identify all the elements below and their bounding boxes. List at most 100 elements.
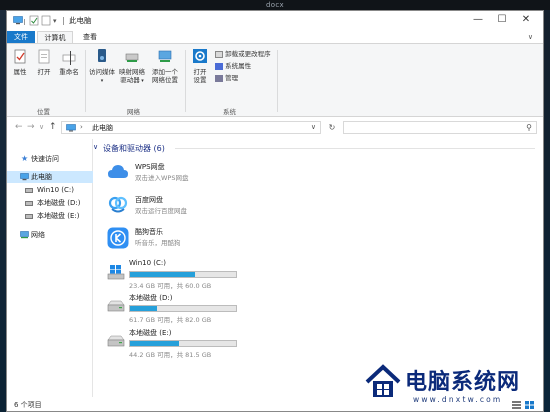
address-dropdown-button[interactable]: ∨	[311, 122, 316, 133]
group-separator	[277, 50, 278, 112]
drive-name: 本地磁盘 (D:)	[129, 294, 173, 302]
group-separator	[85, 50, 86, 112]
rename-label: 重命名	[59, 68, 79, 76]
map-network-drive-button[interactable]: 映射网络 驱动器 ▾	[117, 48, 147, 85]
rename-button[interactable]: 重命名	[57, 48, 81, 76]
map-drive-icon	[125, 53, 139, 62]
nav-item-quick-access[interactable]: ★ 快速访问	[7, 153, 93, 165]
tab-file[interactable]: 文件	[7, 31, 35, 43]
dropdown-arrow-icon: ▾	[139, 78, 144, 84]
drive-usage-fill	[130, 341, 179, 346]
drive-space-text: 23.4 GB 可用，共 60.0 GB	[129, 282, 212, 290]
list-item-baidu-netdisk[interactable]: 百度网盘 双击运行百度网盘	[107, 195, 307, 223]
nav-item-network[interactable]: 网络	[7, 229, 93, 241]
gear-icon	[193, 49, 207, 63]
drive-name: Win10 (C:)	[129, 259, 166, 267]
ribbon: 属性 打开 重命名 位置 访问媒体▾ 映射网络 驱动器 ▾ 添加一个 网络位置 …	[7, 43, 543, 117]
properties-button[interactable]: 属性	[9, 48, 31, 76]
desktop-top-strip: docx	[0, 0, 550, 10]
close-button[interactable]: ✕	[517, 13, 535, 27]
drive-item-c[interactable]: Win10 (C:) 23.4 GB 可用，共 60.0 GB	[107, 259, 287, 291]
tab-computer[interactable]: 计算机	[37, 31, 73, 43]
group-heading[interactable]: 设备和驱动器 (6)	[103, 143, 165, 154]
open-settings-label-2: 设置	[193, 76, 207, 84]
rename-icon	[62, 51, 76, 65]
nav-item-drive-e[interactable]: 本地磁盘 (E:)	[7, 210, 93, 222]
navigation-pane: ★ 快速访问 此电脑 Win10 (C:) 本地磁盘 (D:) 本地磁盘 (E:…	[7, 139, 93, 397]
navigation-bar: ← → ∨ ↑ › 此电脑 ∨ ↻ ⚲	[7, 117, 543, 139]
manage-icon	[215, 74, 223, 82]
breadcrumb-chevron-icon: ›	[80, 123, 83, 131]
separator	[63, 17, 64, 25]
nav-item-label: 本地磁盘 (E:)	[37, 212, 80, 220]
network-group-label: 网络	[127, 108, 140, 116]
windows-drive-icon	[107, 265, 125, 280]
watermark-url: www.dnxtw.com	[413, 395, 503, 404]
star-icon: ★	[21, 154, 29, 163]
search-input[interactable]	[346, 123, 516, 132]
item-name: WPS网盘	[135, 163, 165, 171]
nav-item-this-pc[interactable]: 此电脑	[7, 171, 93, 183]
drive-name: 本地磁盘 (E:)	[129, 329, 172, 337]
drive-item-e[interactable]: 本地磁盘 (E:) 44.2 GB 可用，共 81.5 GB	[107, 328, 287, 360]
nav-item-drive-d[interactable]: 本地磁盘 (D:)	[7, 197, 93, 209]
ribbon-tabs: 文件 计算机 查看 ∨	[7, 31, 543, 43]
window-title: 此电脑	[69, 16, 92, 25]
recent-locations-button[interactable]: ∨	[39, 123, 44, 131]
group-separator	[185, 50, 186, 112]
dropdown-arrow-icon: ▾	[100, 78, 104, 84]
forward-button[interactable]: →	[27, 122, 35, 132]
drive-space-text: 61.7 GB 可用，共 82.0 GB	[129, 316, 212, 324]
up-button[interactable]: ↑	[49, 122, 57, 132]
list-item-wps-cloud[interactable]: WPS网盘 双击进入WPS网盘	[107, 162, 307, 190]
search-icon[interactable]: ⚲	[526, 123, 532, 132]
access-media-button[interactable]: 访问媒体 ▾	[89, 48, 115, 85]
tab-view[interactable]: 查看	[77, 31, 103, 43]
desktop-right-edge	[544, 10, 550, 412]
uninstall-programs-button[interactable]: 卸载或更改程序	[215, 50, 271, 59]
properties-quick-icon[interactable]	[29, 15, 39, 26]
open-settings-button[interactable]: 打开 设置	[189, 48, 211, 84]
nav-item-drive-c[interactable]: Win10 (C:)	[7, 184, 93, 196]
item-description: 听音乐，用酷狗	[135, 239, 181, 247]
explorer-window: ▾ 此电脑 — ☐ ✕ 文件 计算机 查看 ∨ 属性 打开 重命名 位置 访问媒…	[6, 10, 544, 412]
refresh-button[interactable]: ↻	[325, 121, 339, 134]
drive-item-d[interactable]: 本地磁盘 (D:) 61.7 GB 可用，共 82.0 GB	[107, 293, 287, 325]
customize-quick-access-icon[interactable]: ▾	[53, 17, 63, 28]
maximize-button[interactable]: ☐	[493, 13, 511, 27]
nav-item-label: Win10 (C:)	[37, 186, 74, 194]
nav-item-label: 此电脑	[31, 173, 52, 181]
nav-item-label: 本地磁盘 (D:)	[37, 199, 81, 207]
nav-item-label: 快速访问	[31, 155, 59, 163]
minimize-button[interactable]: —	[469, 13, 487, 27]
drive-usage-fill	[130, 306, 157, 311]
add-network-location-button[interactable]: 添加一个 网络位置	[149, 48, 181, 84]
open-button[interactable]: 打开	[33, 48, 55, 76]
group-collapse-icon[interactable]: ∨	[93, 143, 98, 151]
open-label: 打开	[37, 68, 51, 76]
drive-usage-fill	[130, 272, 195, 277]
computer-icon	[20, 173, 29, 181]
search-box[interactable]: ⚲	[343, 121, 537, 134]
breadcrumb-current[interactable]: 此电脑	[92, 123, 113, 133]
properties-icon	[14, 49, 26, 64]
system-properties-button[interactable]: 系统属性	[215, 62, 251, 71]
item-count: 6 个项目	[14, 401, 42, 409]
back-button[interactable]: ←	[15, 122, 23, 132]
add-location-label-1: 添加一个	[152, 68, 178, 76]
new-folder-quick-icon[interactable]	[41, 15, 51, 26]
watermark-house-logo	[365, 364, 401, 397]
title-bar[interactable]: ▾ 此电脑 — ☐ ✕	[7, 11, 543, 31]
drive-usage-bar	[129, 305, 237, 312]
access-media-label: 访问媒体	[89, 68, 115, 76]
baidu-netdisk-icon	[108, 196, 128, 213]
group-divider	[175, 148, 535, 149]
network-location-icon	[158, 50, 172, 62]
ribbon-expand-icon[interactable]: ∨	[528, 31, 533, 43]
computer-icon	[13, 16, 23, 25]
address-bar[interactable]: › 此电脑 ∨	[61, 121, 321, 134]
manage-button[interactable]: 管理	[215, 74, 238, 83]
item-description: 双击运行百度网盘	[135, 207, 187, 215]
list-item-kugou-music[interactable]: 酷狗音乐 听音乐，用酷狗	[107, 227, 307, 255]
system-group-label: 系统	[223, 108, 236, 116]
